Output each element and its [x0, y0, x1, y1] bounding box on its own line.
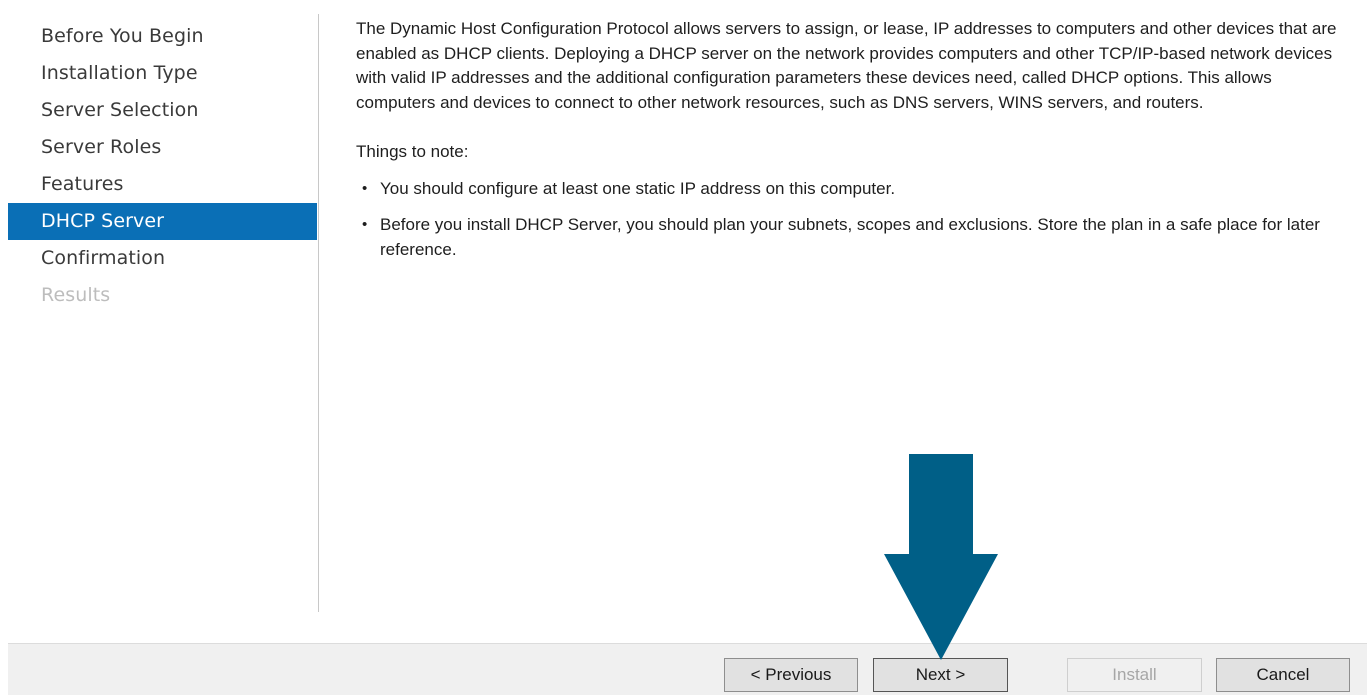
nav-item-server-selection[interactable]: Server Selection	[8, 92, 317, 129]
note-text: Before you install DHCP Server, you shou…	[380, 215, 1320, 259]
nav-item-before-you-begin[interactable]: Before You Begin	[8, 18, 317, 55]
down-arrow-icon	[884, 454, 998, 660]
list-item: • You should configure at least one stat…	[356, 177, 1341, 202]
bullet-icon: •	[362, 179, 368, 197]
nav-item-confirmation[interactable]: Confirmation	[8, 240, 317, 277]
nav-item-dhcp-server[interactable]: DHCP Server	[8, 203, 317, 240]
nav-divider	[318, 14, 319, 612]
previous-button[interactable]: < Previous	[724, 658, 858, 692]
intro-paragraph: The Dynamic Host Configuration Protocol …	[356, 19, 1337, 112]
note-text: You should configure at least one static…	[380, 178, 896, 198]
wizard-content: The Dynamic Host Configuration Protocol …	[356, 17, 1341, 274]
cancel-button[interactable]: Cancel	[1216, 658, 1350, 692]
next-button[interactable]: Next >	[873, 658, 1008, 692]
add-roles-wizard-window: Before You Begin Installation Type Serve…	[0, 0, 1367, 695]
wizard-nav: Before You Begin Installation Type Serve…	[8, 18, 317, 314]
nav-item-installation-type[interactable]: Installation Type	[8, 55, 317, 92]
notes-list: • You should configure at least one stat…	[356, 177, 1341, 263]
nav-item-features[interactable]: Features	[8, 166, 317, 203]
install-button: Install	[1067, 658, 1202, 692]
list-item: • Before you install DHCP Server, you sh…	[356, 213, 1341, 262]
bullet-icon: •	[362, 216, 368, 233]
nav-item-server-roles[interactable]: Server Roles	[8, 129, 317, 166]
notes-heading: Things to note:	[356, 142, 469, 161]
arrow-shape	[884, 454, 998, 660]
nav-item-results: Results	[41, 284, 111, 306]
